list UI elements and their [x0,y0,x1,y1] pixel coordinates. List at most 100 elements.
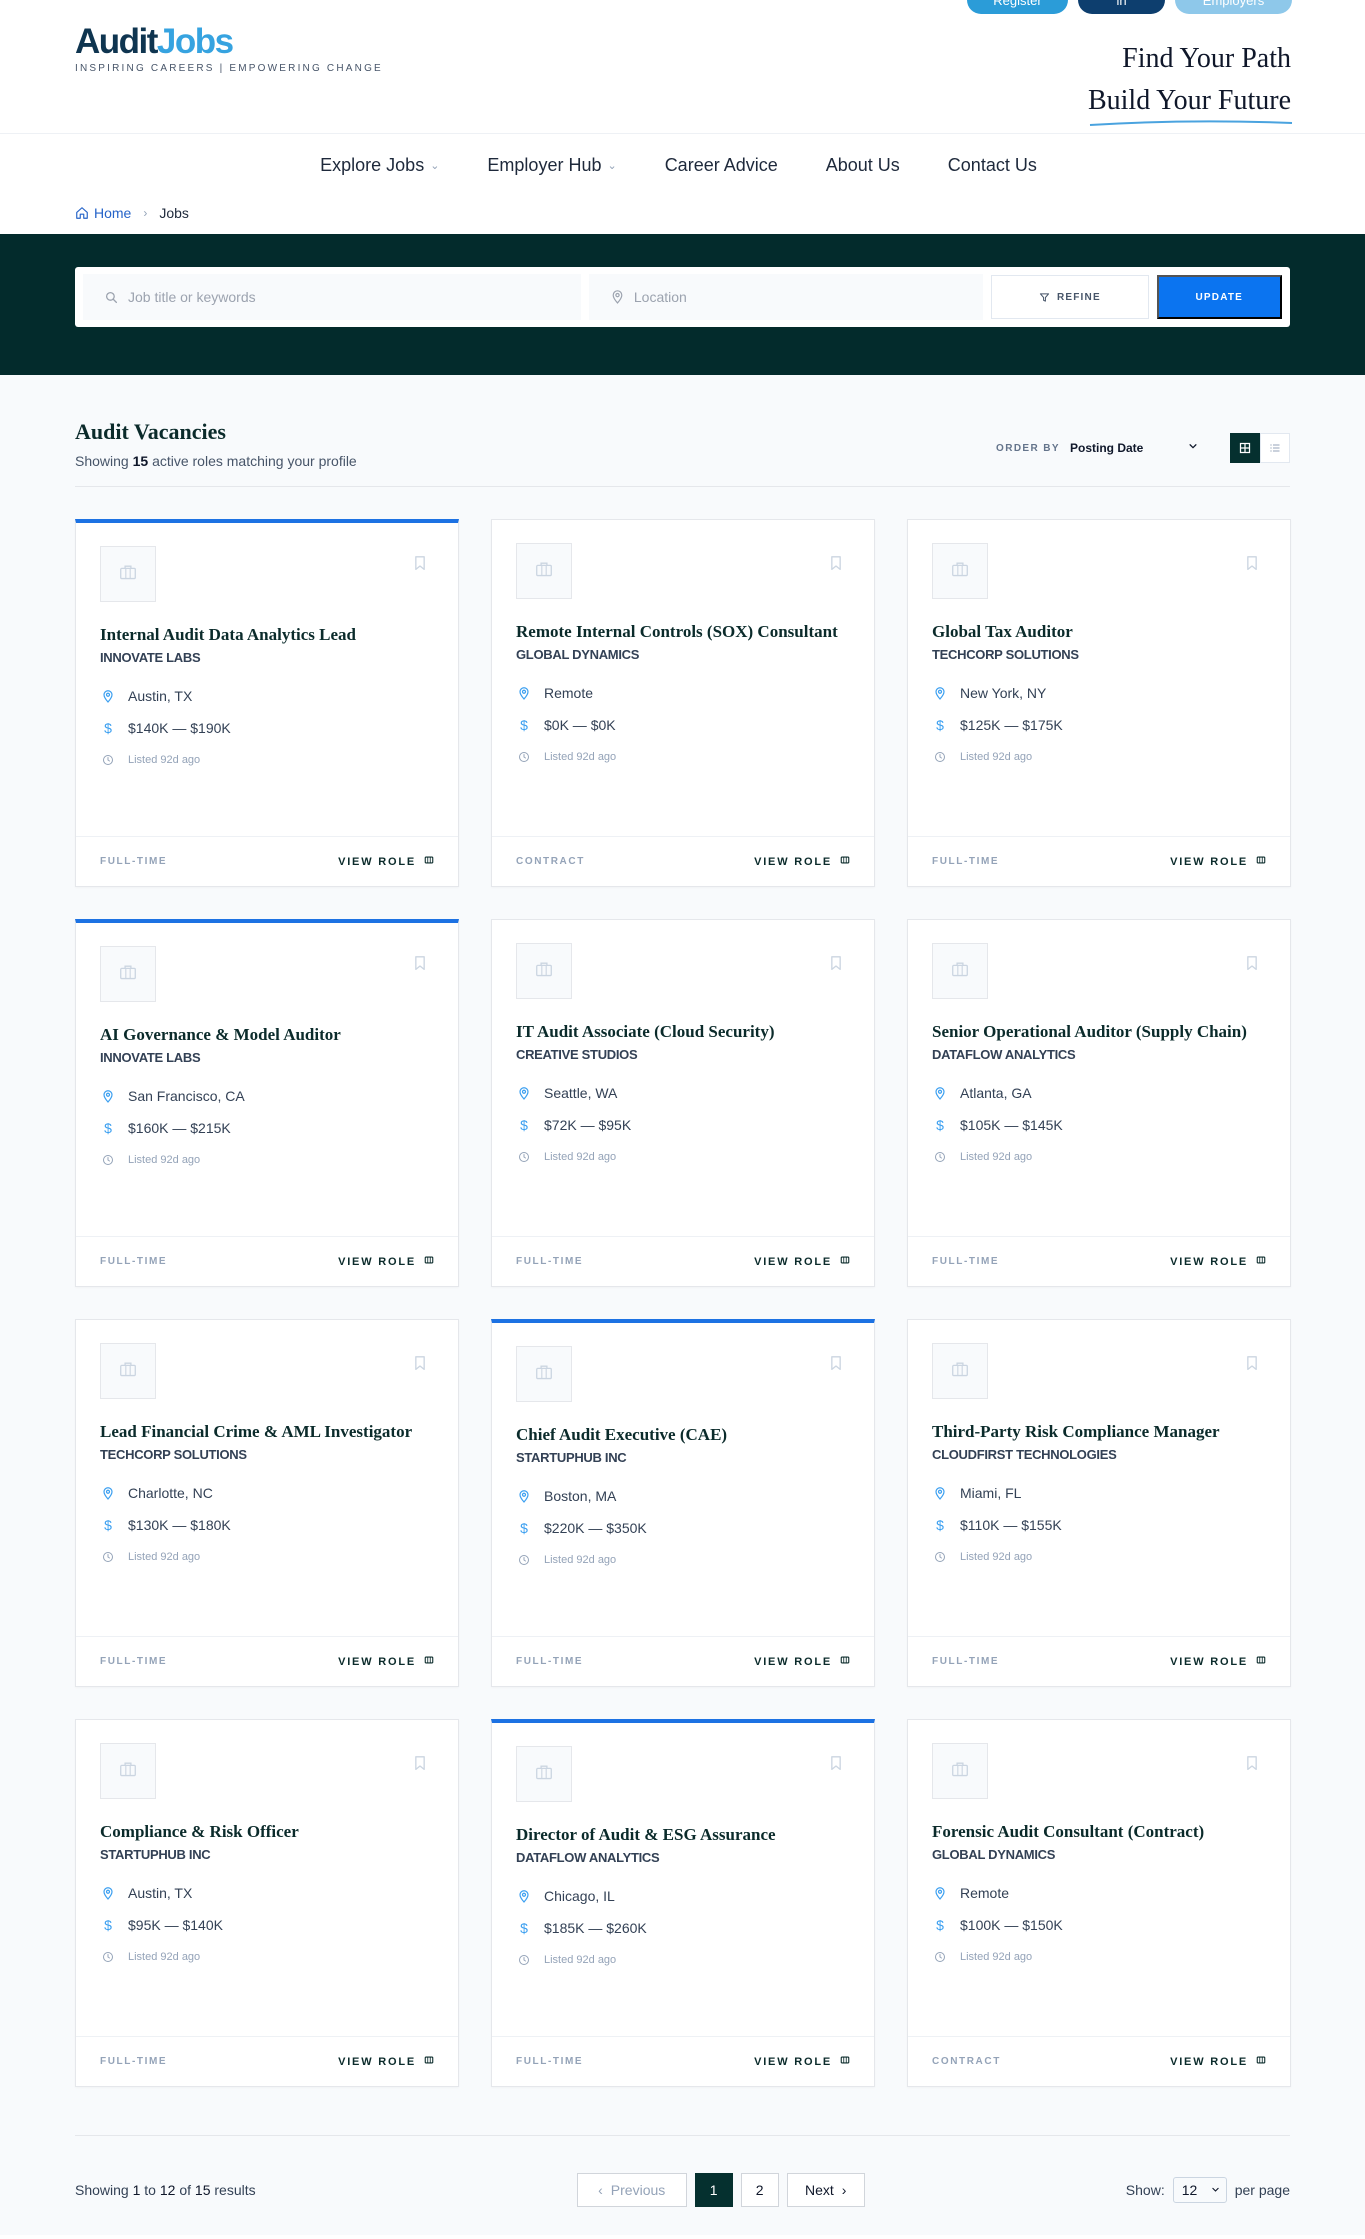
view-role-link[interactable]: VIEW ROLE [754,1655,850,1668]
company-name: DATAFLOW ANALYTICS [932,1047,1076,1062]
bookmark-button[interactable] [414,1356,426,1374]
page-2-button[interactable]: 2 [740,2172,779,2207]
view-role-link[interactable]: VIEW ROLE [338,2055,434,2068]
bookmark-icon [1246,1756,1258,1774]
bookmark-button[interactable] [830,1756,842,1774]
slogan-underline-decoration [1089,120,1292,126]
pagination-to: 12 [159,2181,176,2198]
site-logo[interactable]: AuditJobs INSPIRING CAREERS | EMPOWERING… [75,22,383,74]
logo-tagline: INSPIRING CAREERS | EMPOWERING CHANGE [75,63,383,74]
breadcrumb-home[interactable]: Home [75,205,131,221]
job-title[interactable]: IT Audit Associate (Cloud Security) [516,1021,850,1043]
main-nav: Explore Jobs ⌄ Employer Hub ⌄ Career Advice A… [0,134,1365,196]
job-posted: Listed 92d ago [932,748,1266,766]
employment-type: FULL-TIME [100,2056,168,2067]
order-by-value: Posting Date [1070,441,1144,455]
job-title[interactable]: Director of Audit & ESG Assurance [516,1824,850,1846]
job-card[interactable]: IT Audit Associate (Cloud Security) CREA… [491,919,875,1287]
job-title[interactable]: Compliance & Risk Officer [100,1821,434,1843]
dollar-icon: $ [104,1517,112,1533]
job-posted: Listed 92d ago [100,751,434,769]
login-button[interactable]: Log in [1078,0,1165,14]
nav-item-career-advice[interactable]: Career Advice [665,155,778,176]
job-card[interactable]: Internal Audit Data Analytics Lead INNOV… [75,519,459,887]
job-title[interactable]: AI Governance & Model Auditor [100,1024,434,1046]
bookmark-button[interactable] [830,956,842,974]
clock-icon [932,1551,948,1563]
slogan-line-2-text: Build Your Future [1087,85,1291,116]
bookmark-button[interactable] [414,1756,426,1774]
location-field[interactable]: Location [588,274,984,320]
breadcrumb: Home › Jobs [0,192,1365,234]
view-role-label: VIEW ROLE [338,2055,416,2068]
job-card[interactable]: Senior Operational Auditor (Supply Chain… [907,919,1291,1287]
bookmark-button[interactable] [1246,956,1258,974]
order-by-select[interactable]: Posting Date [1070,441,1198,455]
nav-item-employer-hub[interactable]: Employer Hub ⌄ [487,155,616,176]
job-card[interactable]: Remote Internal Controls (SOX) Consultan… [491,519,875,887]
view-role-link[interactable]: VIEW ROLE [1170,2055,1266,2068]
job-card[interactable]: Lead Financial Crime & AML Investigator … [75,1319,459,1687]
nav-item-explore-jobs[interactable]: Explore Jobs ⌄ [320,155,439,176]
employers-button[interactable]: Employers [1175,0,1292,14]
keyword-field[interactable]: Job title or keywords [83,274,581,320]
view-role-link[interactable]: VIEW ROLE [338,855,434,868]
job-title[interactable]: Lead Financial Crime & AML Investigator [100,1421,434,1443]
view-role-link[interactable]: VIEW ROLE [1170,1655,1266,1668]
bookmark-button[interactable] [830,556,842,574]
job-salary-text: $105K — $145K [960,1117,1063,1133]
job-title[interactable]: Internal Audit Data Analytics Lead [100,624,434,646]
clock-icon [100,1551,116,1563]
nav-item-about-us[interactable]: About Us [826,155,900,176]
page-1-button[interactable]: 1 [694,2172,733,2207]
job-card[interactable]: Forensic Audit Consultant (Contract) GLO… [907,1719,1291,2087]
next-page-button[interactable]: Next › [786,2172,865,2207]
view-role-link[interactable]: VIEW ROLE [1170,855,1266,868]
register-button[interactable]: Register [967,0,1068,14]
company-logo-placeholder [100,1343,156,1399]
refine-button[interactable]: REFINE [991,275,1149,319]
view-role-link[interactable]: VIEW ROLE [754,855,850,868]
view-role-link[interactable]: VIEW ROLE [1170,1255,1266,1268]
bookmark-button[interactable] [414,956,426,974]
bookmark-button[interactable] [1246,556,1258,574]
clock-icon [100,1154,116,1166]
pagination-info-prefix: Showing [75,2181,129,2198]
bookmark-button[interactable] [1246,1756,1258,1774]
nav-item-contact-us[interactable]: Contact Us [948,155,1037,176]
job-title[interactable]: Global Tax Auditor [932,621,1266,643]
previous-page-button[interactable]: ‹ Previous [576,2172,687,2207]
view-role-link[interactable]: VIEW ROLE [338,1655,434,1668]
per-page-select[interactable]: 12 [1172,2176,1227,2203]
job-card[interactable]: Director of Audit & ESG Assurance DATAFL… [491,1719,875,2087]
dollar-icon: $ [936,717,944,733]
site-header: Register Log in Employers AuditJobs INSP… [0,0,1365,134]
employment-type: FULL-TIME [932,1656,1000,1667]
job-location: Miami, FL [932,1484,1266,1502]
bookmark-button[interactable] [414,556,426,574]
job-card[interactable]: Chief Audit Executive (CAE) STARTUPHUB I… [491,1319,875,1687]
update-button[interactable]: UPDATE [1156,275,1282,319]
view-role-link[interactable]: VIEW ROLE [338,1255,434,1268]
job-location-text: Charlotte, NC [128,1485,213,1501]
job-title[interactable]: Remote Internal Controls (SOX) Consultan… [516,621,850,643]
job-card[interactable]: Compliance & Risk Officer STARTUPHUB INC… [75,1719,459,2087]
job-title[interactable]: Chief Audit Executive (CAE) [516,1424,850,1446]
job-salary-text: $125K — $175K [960,717,1063,733]
job-title[interactable]: Senior Operational Auditor (Supply Chain… [932,1021,1266,1043]
job-salary: $ $160K — $215K [100,1119,434,1137]
grid-view-button[interactable] [1230,433,1260,463]
card-footer: FULL-TIME VIEW ROLE [76,1636,458,1686]
job-card[interactable]: AI Governance & Model Auditor INNOVATE L… [75,919,459,1287]
job-title[interactable]: Forensic Audit Consultant (Contract) [932,1821,1266,1843]
bookmark-button[interactable] [1246,1356,1258,1374]
order-by-label: ORDER BY [996,442,1060,454]
job-card[interactable]: Global Tax Auditor TECHCORP SOLUTIONS Ne… [907,519,1291,887]
bookmark-button[interactable] [830,1356,842,1374]
view-role-link[interactable]: VIEW ROLE [754,2055,850,2068]
chevron-down-icon: ⌄ [430,159,440,172]
view-role-link[interactable]: VIEW ROLE [754,1255,850,1268]
job-title[interactable]: Third-Party Risk Compliance Manager [932,1421,1266,1443]
job-card[interactable]: Third-Party Risk Compliance Manager CLOU… [907,1319,1291,1687]
list-view-button[interactable] [1260,433,1290,463]
